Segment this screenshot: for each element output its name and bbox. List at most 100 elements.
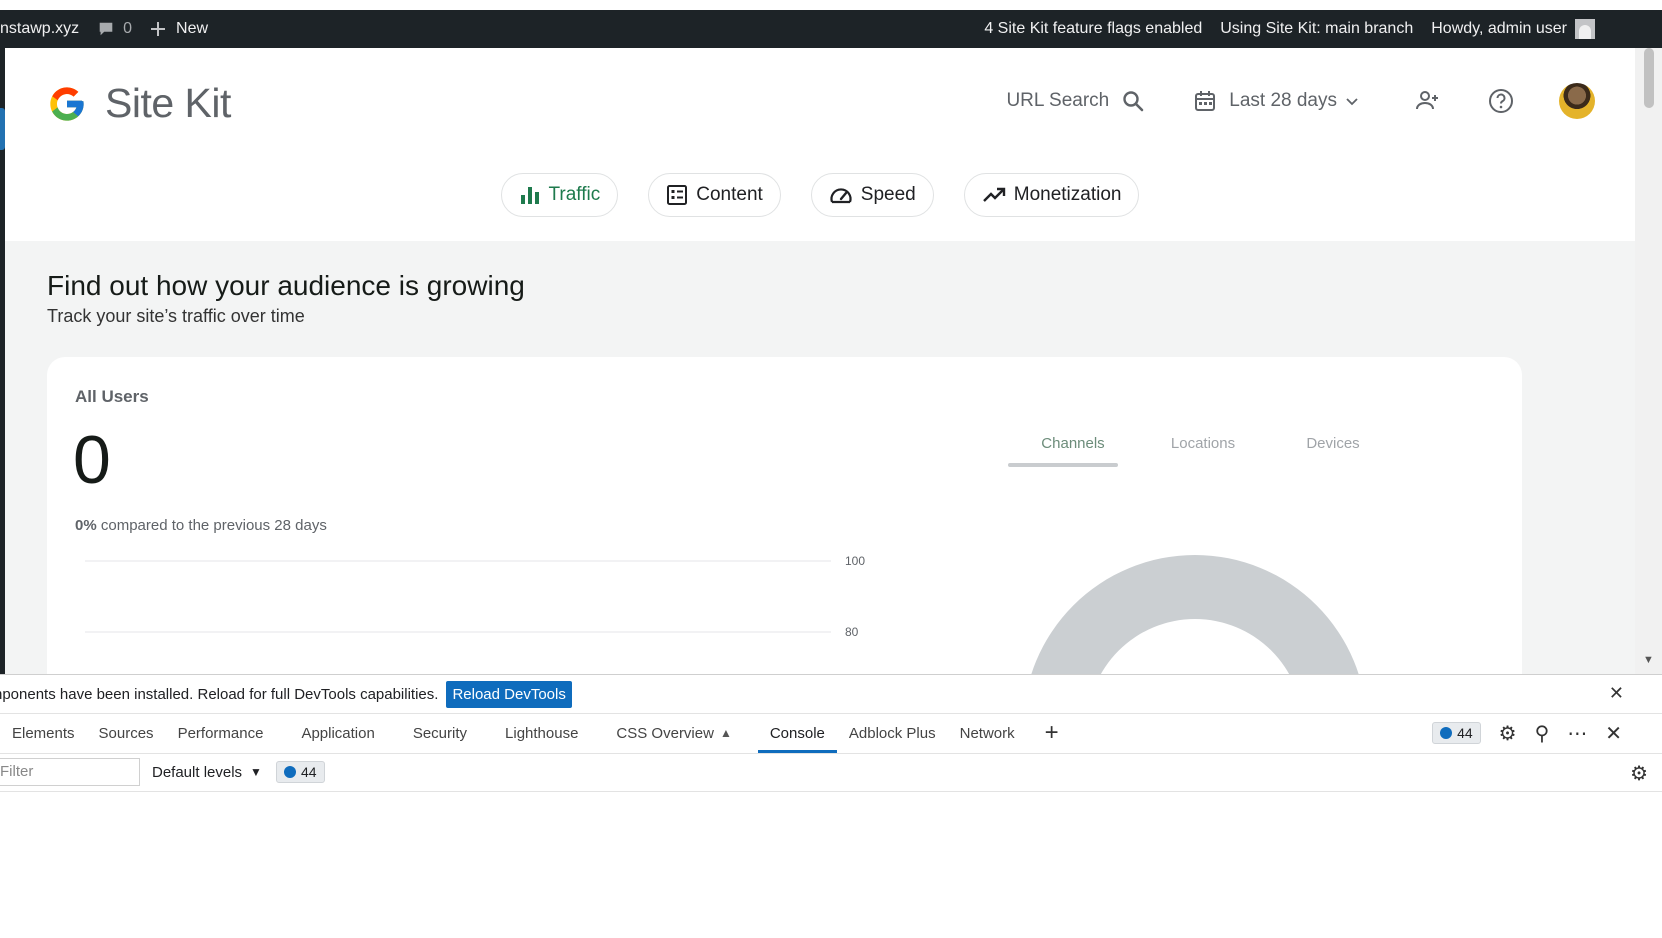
dt-tab-css-overview[interactable]: CSS Overview ▲ <box>604 713 743 753</box>
dt-tab-lighthouse[interactable]: Lighthouse <box>493 713 590 753</box>
admin-bar-right: 4 Site Kit feature flags enabled Using S… <box>975 10 1662 48</box>
wp-admin-bar: nstawp.xyz 0 New 4 Site Kit feature flag… <box>0 10 1662 48</box>
url-search-label: URL Search <box>1006 90 1110 111</box>
user-avatar[interactable] <box>1559 83 1595 119</box>
console-message-bubble-icon <box>283 766 296 778</box>
reload-devtools-button[interactable]: Reload DevTools <box>446 680 572 708</box>
howdy-label: Howdy, admin user <box>1431 20 1567 37</box>
channels-donut-chart <box>1031 555 1359 674</box>
chip-monetization[interactable]: Monetization <box>963 173 1140 217</box>
search-icon <box>1123 91 1144 112</box>
dashboard-nav-chips: Traffic Content Speed Monetization <box>5 173 1635 217</box>
feature-flags-item[interactable]: 4 Site Kit feature flags enabled <box>975 10 1211 48</box>
console-messages-count: 44 <box>300 764 317 780</box>
experiment-flask-icon: ▲ <box>719 726 732 740</box>
dt-tab-security[interactable]: Security <box>401 713 479 753</box>
google-g-icon <box>50 86 84 121</box>
page-scrollbar[interactable]: ▼ <box>1635 48 1662 674</box>
header-actions: URL Search Last 28 days <box>1006 78 1595 124</box>
admin-avatar-icon <box>1575 19 1595 39</box>
chip-speed-label: Speed <box>860 184 916 205</box>
metric-label: All Users <box>75 387 149 406</box>
chip-traffic[interactable]: Traffic <box>500 173 619 217</box>
branch-item[interactable]: Using Site Kit: main branch <box>1211 10 1422 48</box>
trending-up-icon <box>982 187 1005 202</box>
scrollbar-thumb[interactable] <box>1644 48 1654 108</box>
settings-gear-icon[interactable]: ⚙ <box>1499 721 1517 746</box>
date-range-selector[interactable]: Last 28 days <box>1193 89 1359 113</box>
tab-locations[interactable]: Locations <box>1138 427 1268 464</box>
admin-bar-site-link[interactable]: nstawp.xyz <box>0 10 88 48</box>
admin-bar-comments[interactable]: 0 <box>88 10 141 48</box>
site-name: nstawp.xyz <box>0 20 80 37</box>
help-button[interactable] <box>1485 85 1517 117</box>
tab-channels[interactable]: Channels <box>1008 427 1138 467</box>
more-options-icon[interactable]: ⋯ <box>1567 721 1587 746</box>
dt-tab-adblock[interactable]: Adblock Plus <box>837 713 948 753</box>
log-levels-label: Default levels <box>152 763 243 781</box>
devtools-tab-bar: Elements Sources Performance Application… <box>0 713 1662 754</box>
console-settings-gear-icon[interactable]: ⚙ <box>1630 761 1648 786</box>
tab-devices[interactable]: Devices <box>1268 427 1398 464</box>
css-overview-label: CSS Overview <box>616 724 714 742</box>
help-icon <box>1489 89 1513 113</box>
url-search-button[interactable]: URL Search <box>1006 89 1145 113</box>
dt-tab-console[interactable]: Console <box>757 713 837 753</box>
metric-value: 0 <box>73 422 111 498</box>
infobar-close-icon[interactable]: ✕ <box>1609 683 1624 704</box>
add-tab-plus-icon[interactable]: + <box>1045 719 1059 747</box>
compare-text: 0% compared to the previous 28 days <box>75 517 327 534</box>
change-percent: 0% <box>75 517 97 534</box>
messages-badge[interactable]: 44 <box>1432 722 1481 744</box>
messages-count: 44 <box>1457 725 1473 741</box>
site-kit-logo[interactable]: Site Kit <box>47 80 231 127</box>
bar-chart-icon <box>520 187 539 204</box>
log-levels-dropdown[interactable]: Default levels ▼ <box>152 764 262 781</box>
devtools-toolbar-right: 44 ⚙ ⚲ ⋯ ✕ <box>1432 713 1622 753</box>
chip-traffic-label: Traffic <box>548 184 601 205</box>
users-line-chart: 100 80 <box>85 554 865 639</box>
dt-tab-sources[interactable]: Sources <box>87 713 166 753</box>
y-tick-label: 100 <box>845 554 865 568</box>
feature-flags-label: 4 Site Kit feature flags enabled <box>984 20 1203 37</box>
compare-label: compared to the previous 28 days <box>100 517 327 534</box>
message-bubble-icon <box>1440 727 1453 739</box>
console-filter-bar: Filter Default levels ▼ 44 ⚙ <box>0 753 1662 792</box>
content-icon <box>667 185 688 205</box>
devtools-infobar: nponents have been installed. Reload for… <box>0 675 1662 714</box>
new-label: New <box>176 20 209 37</box>
donut-ring <box>1031 555 1359 674</box>
console-messages-badge[interactable]: 44 <box>275 761 325 783</box>
all-users-card: All Users 0 0% compared to the previous … <box>47 357 1522 674</box>
speedometer-icon <box>830 188 852 204</box>
admin-bar-new[interactable]: New <box>141 10 217 48</box>
dt-tab-application[interactable]: Application <box>289 713 386 753</box>
branch-label: Using Site Kit: main branch <box>1220 20 1414 37</box>
add-user-button[interactable] <box>1411 85 1443 117</box>
site-kit-header: Site Kit URL Search Last 28 days Traffic… <box>5 48 1635 241</box>
chip-speed[interactable]: Speed <box>810 173 934 217</box>
y-tick-label: 80 <box>845 625 859 639</box>
chip-content[interactable]: Content <box>648 173 781 217</box>
site-kit-title: Site Kit <box>105 80 231 126</box>
howdy-item[interactable]: Howdy, admin user <box>1422 10 1604 48</box>
close-devtools-icon[interactable]: ✕ <box>1605 721 1622 746</box>
console-filter-input[interactable]: Filter <box>0 758 140 786</box>
scroll-down-arrow-icon[interactable]: ▼ <box>1643 654 1654 666</box>
dt-tab-network[interactable]: Network <box>948 713 1027 753</box>
comments-count: 0 <box>123 20 133 37</box>
dt-tab-performance[interactable]: Performance <box>166 713 276 753</box>
devtools-panel: nponents have been installed. Reload for… <box>0 674 1662 938</box>
infobar-message: nponents have been installed. Reload for… <box>0 685 439 703</box>
section-subtitle: Track your site’s traffic over time <box>47 306 305 326</box>
chip-content-label: Content <box>696 184 763 205</box>
chip-monetization-label: Monetization <box>1013 184 1122 205</box>
comment-icon <box>99 22 113 36</box>
chevron-down-icon <box>1346 98 1358 106</box>
section-title: Find out how your audience is growing <box>47 270 525 301</box>
device-connect-icon[interactable]: ⚲ <box>1535 721 1550 746</box>
caret-down-icon: ▼ <box>250 765 262 779</box>
dt-tab-elements[interactable]: Elements <box>0 713 87 753</box>
dimension-tabs: Channels Locations Devices <box>1008 427 1398 467</box>
calendar-icon <box>1195 91 1216 111</box>
